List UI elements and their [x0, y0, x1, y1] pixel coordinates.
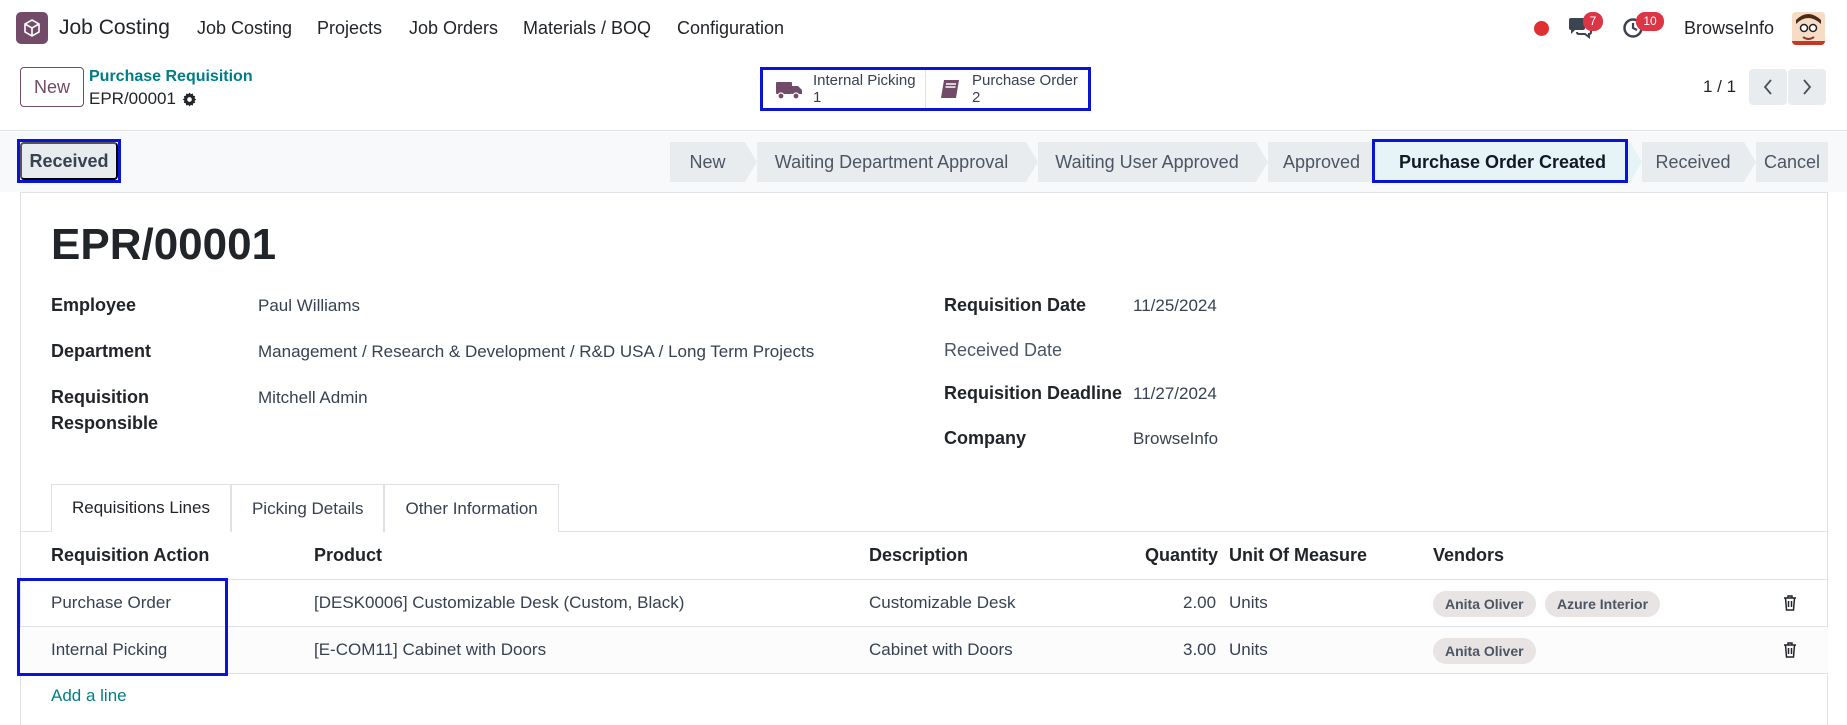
app-logo-icon[interactable] — [16, 12, 48, 44]
stage-received[interactable]: Received — [1642, 142, 1744, 182]
column-vendors[interactable]: Vendors — [1433, 545, 1504, 566]
stage-waiting-department-approval[interactable]: Waiting Department Approval — [757, 142, 1026, 182]
menu-projects[interactable]: Projects — [317, 18, 382, 39]
gear-icon[interactable] — [182, 91, 197, 107]
vendor-tag[interactable]: Anita Oliver — [1433, 638, 1536, 664]
stage-arrow — [1744, 142, 1756, 182]
column-description[interactable]: Description — [869, 545, 968, 566]
tab-requisitions-lines[interactable]: Requisitions Lines — [51, 484, 231, 532]
tab-picking-details[interactable]: Picking Details — [230, 484, 385, 532]
description-cell[interactable]: Customizable Desk — [869, 593, 1015, 613]
table-row-divider — [20, 673, 1828, 674]
tab-other-information[interactable]: Other Information — [384, 484, 559, 532]
uom-cell[interactable]: Units — [1229, 640, 1268, 660]
requisition-deadline-field[interactable]: 11/27/2024 — [1133, 384, 1217, 404]
chevron-left-icon[interactable] — [1749, 69, 1787, 105]
add-line-link[interactable]: Add a line — [51, 686, 127, 706]
breadcrumb-current-label: EPR/00001 — [89, 89, 176, 108]
activity-count-badge: 10 — [1636, 12, 1664, 31]
table-row[interactable]: Internal Picking [E-COM11] Cabinet with … — [20, 626, 1828, 673]
status-bar: Received New Waiting Department Approval… — [0, 132, 1847, 192]
internal-picking-count: 1 — [813, 89, 822, 106]
stage-approved[interactable]: Approved — [1268, 142, 1375, 182]
menu-job-costing[interactable]: Job Costing — [197, 18, 292, 39]
stage-arrow — [1256, 142, 1268, 182]
requisition-deadline-label: Requisition Deadline — [944, 383, 1123, 403]
chevron-right-icon[interactable] — [1788, 69, 1826, 105]
stage-purchase-order-created[interactable]: Purchase Order Created — [1375, 142, 1630, 182]
stage-arrow — [1026, 142, 1038, 182]
stage-arrow — [745, 142, 757, 182]
column-requisition-action[interactable]: Requisition Action — [51, 545, 209, 566]
product-cell[interactable]: [DESK0006] Customizable Desk (Custom, Bl… — [314, 593, 684, 613]
product-cell[interactable]: [E-COM11] Cabinet with Doors — [314, 640, 546, 660]
received-date-label: Received Date — [944, 340, 1063, 360]
requisition-action-cell[interactable]: Internal Picking — [51, 640, 167, 660]
quantity-cell[interactable]: 3.00 — [1183, 640, 1216, 660]
description-cell[interactable]: Cabinet with Doors — [869, 640, 1013, 660]
column-unit-of-measure[interactable]: Unit Of Measure — [1229, 545, 1367, 566]
truck-icon — [776, 82, 802, 100]
requisition-action-cell[interactable]: Purchase Order — [51, 593, 171, 613]
breadcrumb-current: EPR/00001 — [89, 89, 197, 109]
uom-cell[interactable]: Units — [1229, 593, 1268, 613]
quantity-cell[interactable]: 2.00 — [1183, 593, 1216, 613]
company-switcher[interactable]: BrowseInfo — [1684, 18, 1774, 39]
department-label: Department — [51, 341, 152, 361]
internal-picking-label: Internal Picking — [813, 72, 916, 89]
menu-job-orders[interactable]: Job Orders — [409, 18, 498, 39]
menu-configuration[interactable]: Configuration — [677, 18, 784, 39]
employee-label: Employee — [51, 295, 137, 315]
requisition-responsible-field[interactable]: Mitchell Admin — [258, 388, 368, 408]
stage-waiting-user-approved[interactable]: Waiting User Approved — [1038, 142, 1256, 182]
company-field[interactable]: BrowseInfo — [1133, 429, 1218, 449]
department-field[interactable]: Management / Research & Development / R&… — [258, 342, 814, 362]
user-avatar[interactable] — [1792, 12, 1825, 45]
smart-buttons: Internal Picking 1 Purchase Order 2 — [760, 67, 1091, 111]
stage-new[interactable]: New — [670, 142, 745, 182]
requisition-date-field[interactable]: 11/25/2024 — [1133, 296, 1217, 316]
app-name[interactable]: Job Costing — [59, 16, 170, 40]
purchase-order-label: Purchase Order — [972, 72, 1078, 89]
column-quantity[interactable]: Quantity — [1145, 545, 1218, 566]
notebook-tabs: Requisitions Lines Picking Details Other… — [51, 484, 559, 532]
received-button[interactable]: Received — [20, 142, 118, 180]
internal-picking-smart-button[interactable]: Internal Picking 1 — [763, 70, 925, 108]
vendor-tag[interactable]: Azure Interior — [1545, 591, 1661, 617]
trash-icon[interactable] — [1783, 642, 1797, 658]
vendor-tag[interactable]: Anita Oliver — [1433, 591, 1536, 617]
chat-count-badge: 7 — [1583, 12, 1603, 31]
purchase-order-smart-button[interactable]: Purchase Order 2 — [925, 70, 1088, 108]
status-dot-icon[interactable] — [1534, 21, 1549, 36]
record-title: EPR/00001 — [51, 220, 277, 269]
new-button[interactable]: New — [20, 67, 84, 107]
menu-materials-boq[interactable]: Materials / BOQ — [523, 18, 651, 39]
stage-cancel[interactable]: Cancel — [1756, 142, 1828, 182]
requisition-date-label: Requisition Date — [944, 295, 1087, 315]
control-panel: New Purchase Requisition EPR/00001 Inter… — [0, 57, 1847, 131]
book-icon — [941, 80, 959, 98]
table-row[interactable]: Purchase Order [DESK0006] Customizable D… — [20, 579, 1828, 626]
column-product[interactable]: Product — [314, 545, 382, 566]
stage-arrow — [1630, 142, 1642, 182]
pager-value[interactable]: 1 / 1 — [1703, 77, 1736, 97]
top-navbar: Job Costing Job Costing Projects Job Ord… — [0, 0, 1847, 57]
trash-icon[interactable] — [1783, 595, 1797, 611]
requisition-responsible-label: Requisition Responsible — [51, 387, 159, 433]
company-label: Company — [944, 428, 1027, 448]
employee-field[interactable]: Paul Williams — [258, 296, 360, 316]
breadcrumb-parent-link[interactable]: Purchase Requisition — [89, 68, 253, 86]
purchase-order-count: 2 — [972, 89, 981, 106]
